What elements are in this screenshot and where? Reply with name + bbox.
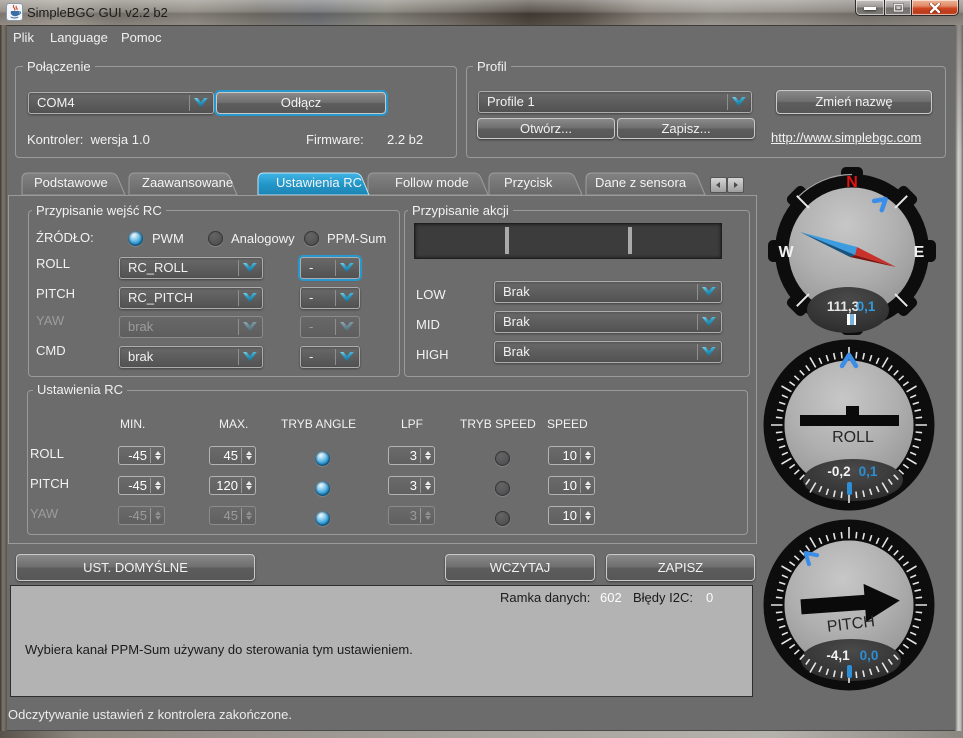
svg-text:0,0: 0,0 <box>860 648 879 663</box>
svg-text:0,1: 0,1 <box>857 299 876 314</box>
svg-text:N: N <box>846 174 858 191</box>
svg-text:W: W <box>778 244 794 261</box>
svg-text:ROLL: ROLL <box>832 429 874 446</box>
svg-text:-4,1: -4,1 <box>826 648 850 663</box>
svg-text:-0,2: -0,2 <box>827 464 850 479</box>
svg-text:0,1: 0,1 <box>859 464 878 479</box>
svg-text:111,3: 111,3 <box>827 299 860 314</box>
svg-text:E: E <box>914 244 925 261</box>
